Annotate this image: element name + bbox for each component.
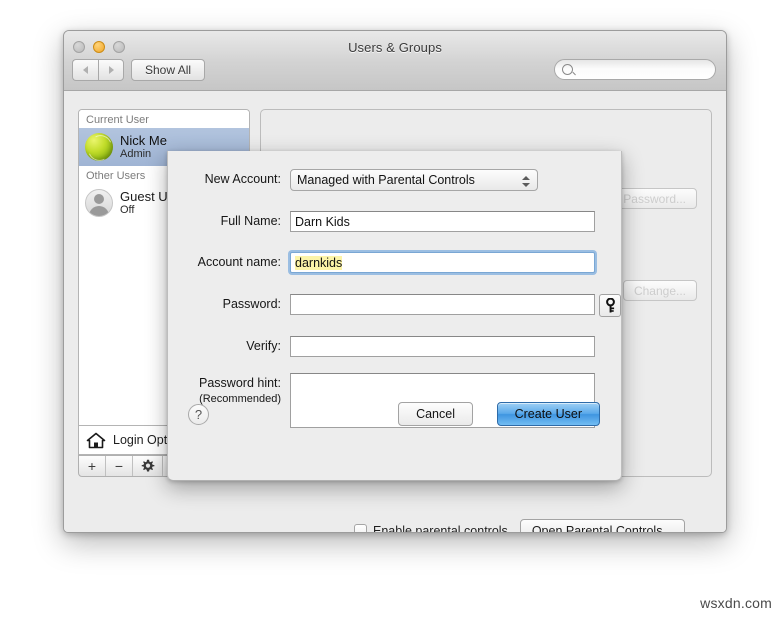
password-row: Password: xyxy=(168,294,621,317)
group-header-current-user: Current User xyxy=(79,110,249,128)
window-title: Users & Groups xyxy=(348,40,442,55)
search-input[interactable] xyxy=(578,62,707,77)
house-icon xyxy=(86,432,106,449)
password-hint-sublabel: (Recommended) xyxy=(199,393,281,405)
enable-parental-controls-checkbox[interactable] xyxy=(354,524,367,532)
user-name: Nick Me xyxy=(120,133,167,148)
account-name-selected-text: darnkids xyxy=(295,255,343,270)
user-name: Guest U xyxy=(120,189,168,204)
enable-parental-controls-label: Enable parental controls xyxy=(373,523,508,533)
navigation-buttons xyxy=(72,59,124,81)
account-name-row: Account name: darnkids xyxy=(168,252,595,273)
new-account-popup-value: Managed with Parental Controls xyxy=(297,173,475,187)
password-input[interactable] xyxy=(290,294,595,315)
verify-label: Verify: xyxy=(246,339,281,353)
new-account-label: New Account: xyxy=(204,172,281,186)
full-name-input[interactable]: Darn Kids xyxy=(290,211,595,232)
password-label: Password: xyxy=(222,297,281,311)
search-icon xyxy=(562,64,573,75)
password-hint-label: Password hint: (Recommended) xyxy=(168,373,290,406)
account-name-label: Account name: xyxy=(197,255,281,269)
back-arrow-icon xyxy=(83,66,88,74)
full-name-label: Full Name: xyxy=(220,214,281,228)
verify-input[interactable] xyxy=(290,336,595,357)
create-user-button[interactable]: Create User xyxy=(496,402,600,426)
arrow-up-icon xyxy=(522,175,530,180)
new-account-popup-button[interactable]: Managed with Parental Controls xyxy=(290,169,538,191)
new-account-sheet: New Account: Managed with Parental Contr… xyxy=(167,151,622,481)
user-status: Admin xyxy=(120,148,152,160)
show-all-button[interactable]: Show All xyxy=(131,59,206,81)
guest-silhouette-avatar xyxy=(85,189,113,217)
search-field[interactable] xyxy=(554,59,716,80)
parental-controls-row: Enable parental controls Open Parental C… xyxy=(354,519,685,533)
tennis-ball-avatar xyxy=(85,133,113,161)
change-button[interactable]: Change... xyxy=(622,280,697,301)
key-icon[interactable] xyxy=(599,294,621,317)
add-user-button[interactable]: + xyxy=(79,456,106,476)
user-status: Off xyxy=(120,204,135,216)
remove-user-button[interactable]: − xyxy=(106,456,133,476)
account-name-input[interactable]: darnkids xyxy=(290,252,595,273)
verify-row: Verify: xyxy=(168,336,595,357)
arrow-down-icon xyxy=(522,182,530,187)
password-hint-title: Password hint: xyxy=(199,376,281,390)
sheet-help-button[interactable]: ? xyxy=(188,404,209,425)
back-button[interactable] xyxy=(72,59,98,81)
cancel-button[interactable]: Cancel xyxy=(398,402,473,426)
window-body: Current User Nick Me Admin Other Users G… xyxy=(64,91,726,533)
gear-icon[interactable] xyxy=(133,456,163,476)
new-account-row: New Account: Managed with Parental Contr… xyxy=(168,169,538,191)
forward-arrow-icon xyxy=(108,66,114,74)
open-parental-controls-button[interactable]: Open Parental Controls... xyxy=(519,519,685,532)
window-titlebar: Users & Groups Show All xyxy=(64,31,726,91)
full-name-row: Full Name: Darn Kids xyxy=(168,211,595,232)
users-and-groups-window: Users & Groups Show All Current User Nic… xyxy=(63,30,727,533)
watermark: wsxdn.com xyxy=(700,595,772,611)
chevron-updown-icon xyxy=(521,172,531,190)
forward-button[interactable] xyxy=(98,59,124,81)
